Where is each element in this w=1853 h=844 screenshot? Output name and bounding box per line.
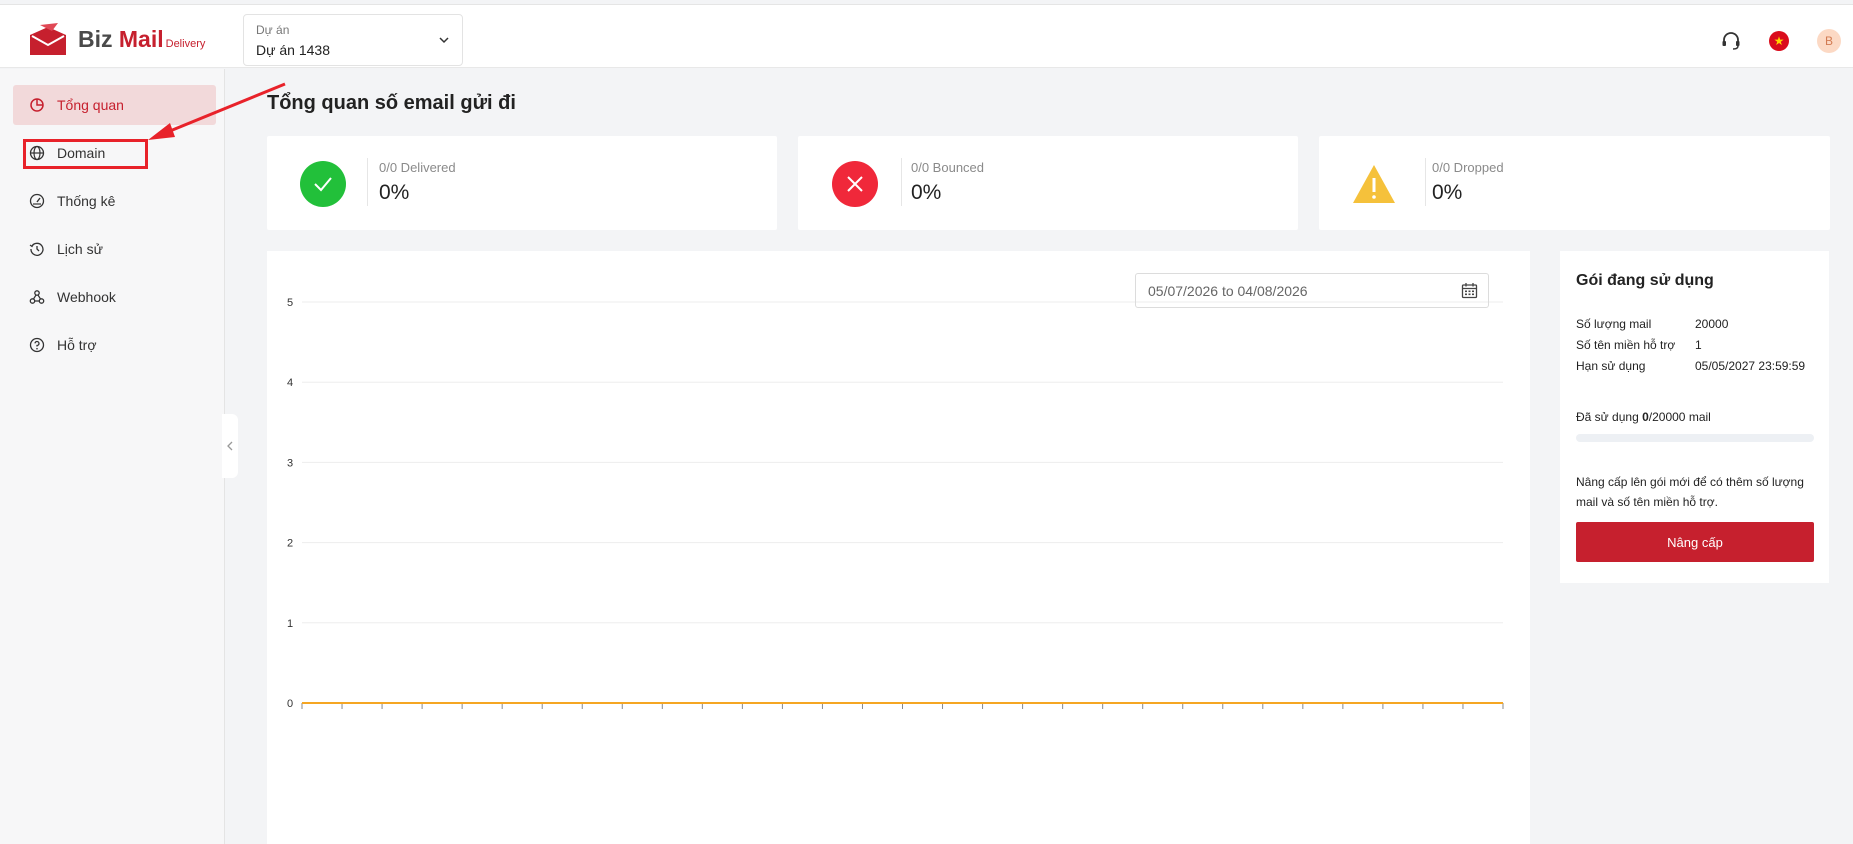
- stat-label: 0/0 Bounced: [911, 160, 985, 175]
- calendar-icon: [1461, 283, 1478, 299]
- stat-value: 0%: [911, 181, 942, 204]
- chart-panel: 0 1 2 3 4 5 05/07/2026 to 04/08/2026: [267, 251, 1530, 844]
- headset-icon[interactable]: [1719, 29, 1743, 53]
- sidebar-item-label: Hỗ trợ: [57, 337, 97, 353]
- plan-row-value: 20000: [1695, 317, 1729, 331]
- stat-card-bounced: 0/0 Bounced 0%: [798, 136, 1298, 230]
- date-range-picker[interactable]: 05/07/2026 to 04/08/2026: [1135, 273, 1489, 308]
- stat-label: 0/0 Delivered: [379, 160, 456, 175]
- usage-text: Đã sử dụng 0/20000 mail: [1576, 410, 1711, 424]
- upgrade-description: Nâng cấp lên gói mới để có thêm số lượng…: [1576, 475, 1804, 509]
- stat-card-dropped: 0/0 Dropped 0%: [1319, 136, 1830, 230]
- plan-title: Gói đang sử dụng: [1576, 272, 1714, 289]
- y-tick-label: 3: [287, 457, 293, 469]
- stat-value: 0%: [1432, 181, 1463, 204]
- plan-row-key: Số lượng mail: [1576, 317, 1652, 331]
- plan-panel: Gói đang sử dụng Số lượng mail 20000 Số …: [1560, 251, 1829, 583]
- usage-count: 0: [1642, 410, 1649, 424]
- sent-email-line-chart: 0 1 2 3 4 5: [287, 297, 1504, 710]
- dashboard-icon: [29, 193, 45, 209]
- sidebar-item-lich-su[interactable]: Lịch sử: [13, 229, 216, 269]
- sidebar-item-label: Thống kê: [57, 193, 116, 209]
- check-icon: [300, 161, 346, 207]
- y-tick-label: 0: [287, 698, 293, 710]
- help-circle-icon: [29, 337, 45, 353]
- plan-row-value: 1: [1695, 338, 1702, 352]
- sidebar-item-thong-ke[interactable]: Thống kê: [13, 181, 216, 221]
- stat-card-delivered: 0/0 Delivered 0%: [267, 136, 777, 230]
- plan-row-key: Hạn sử dụng: [1576, 359, 1646, 373]
- usage-progress-bar: [1576, 434, 1814, 442]
- annotation-arrow: [148, 82, 286, 140]
- warning-icon: [1351, 161, 1397, 207]
- sidebar: Tổng quan Domain Thống kê Lịch sử Webhoo…: [0, 69, 225, 844]
- stat-label: 0/0 Dropped: [1432, 160, 1504, 175]
- history-icon: [29, 241, 45, 257]
- sidebar-item-ho-tro[interactable]: Hỗ trợ: [13, 325, 216, 365]
- upgrade-button[interactable]: Nâng cấp: [1576, 522, 1814, 562]
- sidebar-item-label: Webhook: [57, 289, 116, 305]
- plan-row-value: 05/05/2027 23:59:59: [1695, 359, 1806, 373]
- sidebar-item-label: Lịch sử: [57, 241, 103, 257]
- sidebar-collapse-button[interactable]: [222, 414, 238, 478]
- y-tick-label: 4: [287, 377, 293, 389]
- close-icon: [832, 161, 878, 207]
- stat-value: 0%: [379, 181, 410, 204]
- y-tick-label: 5: [287, 297, 293, 309]
- date-range-value: 05/07/2026 to 04/08/2026: [1148, 283, 1308, 299]
- y-tick-label: 1: [287, 618, 293, 630]
- y-tick-label: 2: [287, 538, 293, 550]
- plan-row-key: Số tên miền hỗ trợ: [1576, 338, 1676, 352]
- language-flag-icon[interactable]: ★: [1769, 31, 1789, 51]
- page-title: Tổng quan số email gửi đi: [267, 92, 516, 114]
- sidebar-item-webhook[interactable]: Webhook: [13, 277, 216, 317]
- avatar[interactable]: B: [1817, 29, 1841, 53]
- chevron-left-icon: [227, 441, 233, 451]
- chevron-down-icon: [439, 37, 449, 44]
- webhook-icon: [29, 289, 45, 305]
